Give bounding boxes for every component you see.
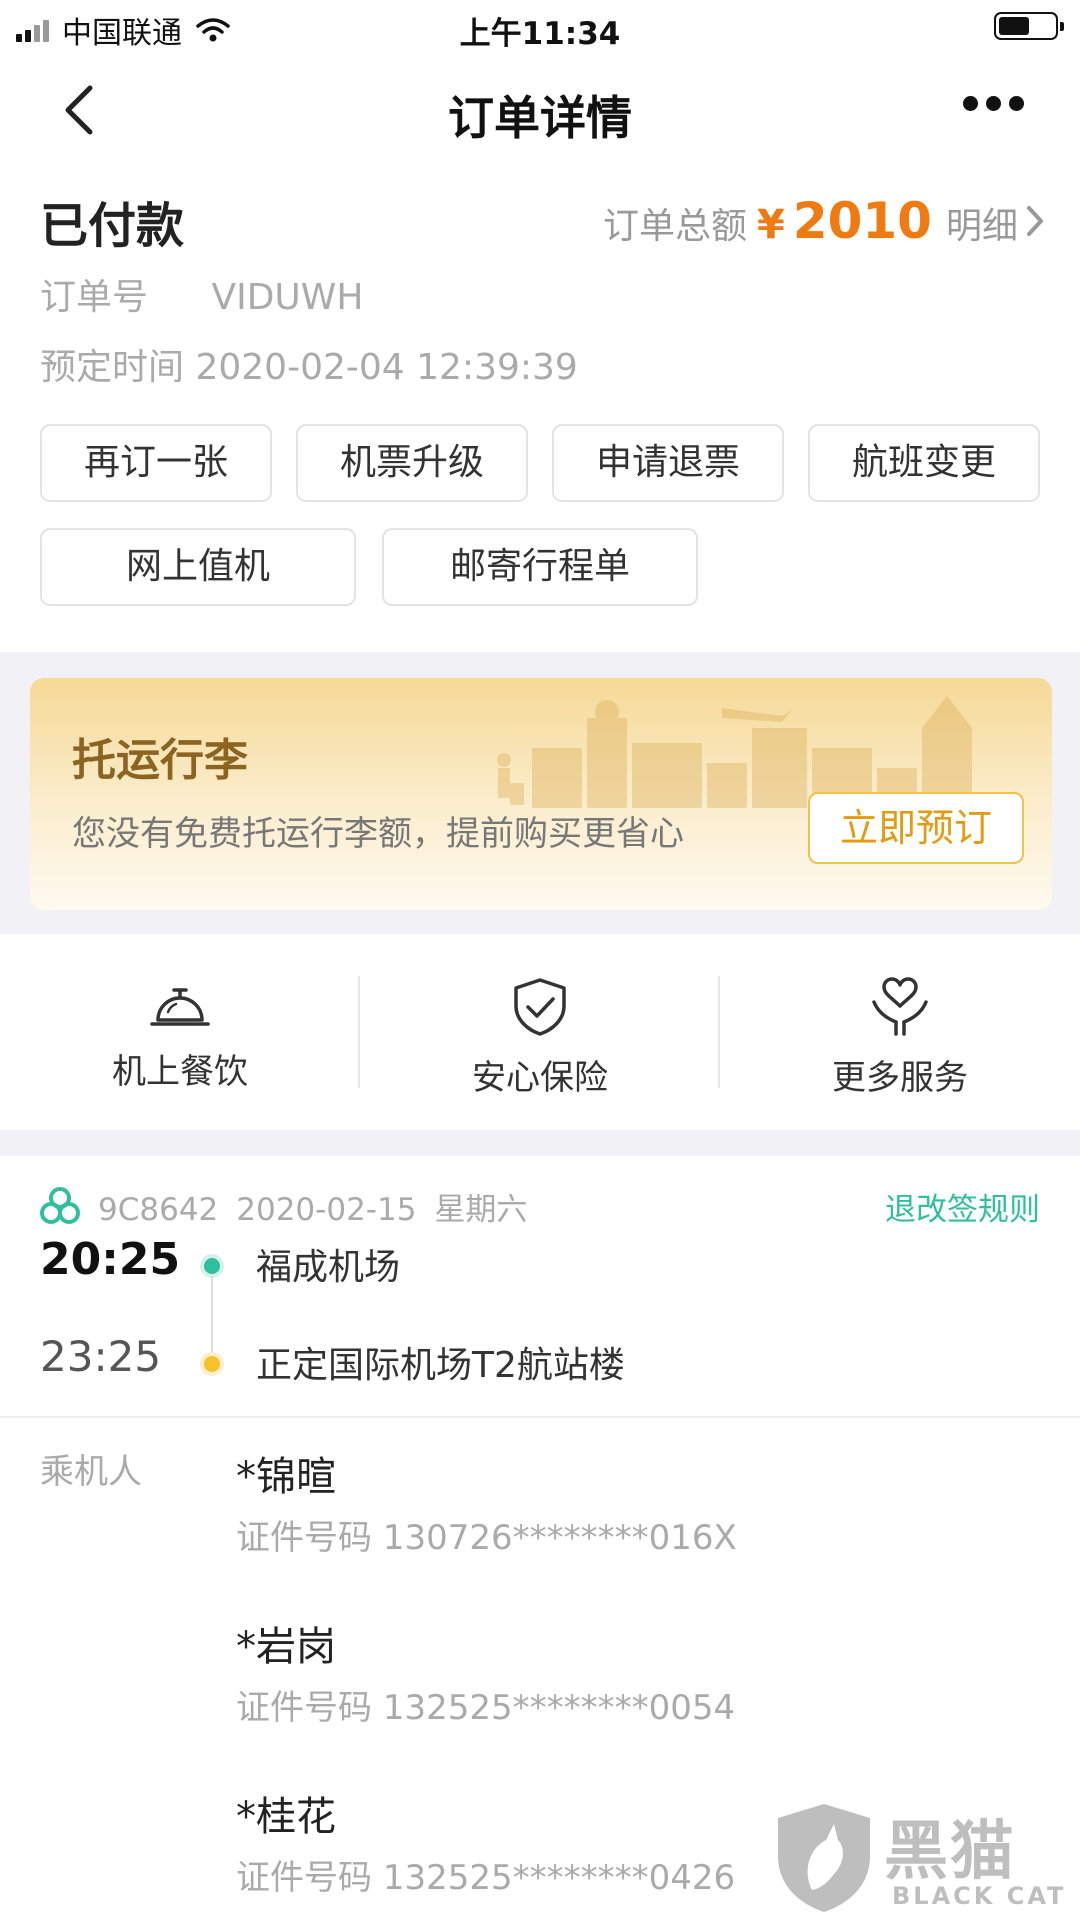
flight-change-button[interactable]: 航班变更 — [808, 424, 1040, 502]
baggage-card: 托运行李 您没有免费托运行李额，提前购买更省心 立即预订 — [30, 678, 1052, 910]
service-insurance[interactable]: 安心保险 — [360, 960, 720, 1110]
id-label: 证件号码 — [236, 1688, 372, 1728]
service-meals[interactable]: 机上餐饮 — [0, 960, 360, 1110]
more-dots-icon[interactable] — [955, 96, 1024, 111]
id-label: 证件号码 — [236, 1858, 372, 1898]
service-more[interactable]: 更多服务 — [720, 960, 1080, 1110]
heart-hands-icon — [872, 977, 928, 1036]
order-number: 订单号 VIDUWH — [40, 268, 363, 320]
id-number: 132525********0054 — [382, 1688, 736, 1728]
clock: 上午11:34 — [459, 16, 621, 52]
currency-symbol: ¥ — [756, 202, 785, 248]
book-baggage-button[interactable]: 立即预订 — [808, 792, 1024, 864]
change-rules-link[interactable]: 退改签规则 — [885, 1184, 1040, 1229]
status-bar: 中国联通 上午11:34 — [0, 0, 1080, 56]
baggage-description: 您没有免费托运行李额，提前购买更省心 — [72, 814, 684, 854]
service-bell-icon — [150, 988, 210, 1026]
watermark-subtext: BLACK CAT — [892, 1882, 1067, 1910]
arrival-airport: 正定国际机场T2航站楼 — [256, 1345, 625, 1386]
departure-time: 20:25 — [40, 1234, 181, 1285]
detail-link[interactable]: 明细 — [946, 197, 1018, 249]
arrival-time: 23:25 — [40, 1332, 162, 1381]
order-number-value: VIDUWH — [211, 277, 364, 318]
baggage-title: 托运行李 — [72, 735, 248, 786]
online-checkin-button[interactable]: 网上值机 — [40, 528, 356, 606]
battery-icon — [994, 12, 1064, 40]
passenger-id: 证件号码 130726********016X — [236, 1510, 737, 1559]
divider — [0, 1416, 1080, 1418]
id-number: 132525********0426 — [382, 1858, 736, 1898]
passenger-name: *桂花 — [236, 1794, 336, 1840]
chevron-right-icon — [1027, 206, 1043, 236]
id-number: 130726********016X — [382, 1518, 737, 1558]
order-total-amount: 2010 — [792, 192, 932, 250]
section-separator — [0, 1130, 1080, 1156]
flight-number: 9C8642 — [98, 1192, 219, 1228]
black-cat-watermark: 黑猫 BLACK CAT — [772, 1800, 1072, 1916]
order-detail-page: 中国联通 上午11:34 订单详情 已付款 订单总额 ¥ 2010 明细 订单号… — [0, 0, 1080, 1920]
passenger-id: 证件号码 132525********0054 — [236, 1680, 735, 1729]
upgrade-ticket-button[interactable]: 机票升级 — [296, 424, 528, 502]
rebook-button[interactable]: 再订一张 — [40, 424, 272, 502]
departure-airport: 福成机场 — [256, 1247, 401, 1288]
page-title: 订单详情 — [448, 91, 632, 145]
passenger-name: *锦暄 — [236, 1454, 336, 1500]
flight-date: 2020-02-15 — [236, 1192, 417, 1228]
nav-bar: 订单详情 — [0, 60, 1080, 160]
service-label: 安心保险 — [472, 1058, 608, 1098]
flight-weekday: 星期六 — [434, 1192, 528, 1228]
mail-itinerary-button[interactable]: 邮寄行程单 — [382, 528, 698, 606]
order-number-label: 订单号 — [40, 277, 149, 318]
id-label: 证件号码 — [236, 1518, 372, 1558]
order-status: 已付款 — [40, 198, 185, 254]
route-line — [211, 1276, 213, 1354]
order-total-label: 订单总额 — [602, 206, 747, 247]
flight-meta: 9C8642 2020-02-15 星期六 — [98, 1184, 545, 1229]
watermark-text: 黑猫 — [884, 1815, 1016, 1889]
booking-time-value: 2020-02-04 12:39:39 — [195, 347, 578, 388]
passengers-label: 乘机人 — [40, 1452, 142, 1492]
booking-time: 预定时间 2020-02-04 12:39:39 — [40, 338, 578, 390]
passenger-name: *岩岗 — [236, 1624, 336, 1670]
arrival-dot — [204, 1356, 220, 1372]
order-total[interactable]: 订单总额 ¥ 2010 明细 — [603, 192, 1046, 250]
cat-shield-logo-icon — [778, 1804, 870, 1912]
shield-check-icon — [514, 978, 566, 1036]
airline-logo-icon — [40, 1187, 80, 1224]
city-skyline-illustration — [497, 696, 972, 808]
booking-time-label: 预定时间 — [40, 347, 185, 388]
passenger-id: 证件号码 132525********0426 — [236, 1850, 735, 1899]
departure-dot — [204, 1258, 220, 1274]
service-label: 机上餐饮 — [112, 1052, 248, 1092]
refund-button[interactable]: 申请退票 — [552, 424, 784, 502]
service-label: 更多服务 — [832, 1058, 968, 1098]
